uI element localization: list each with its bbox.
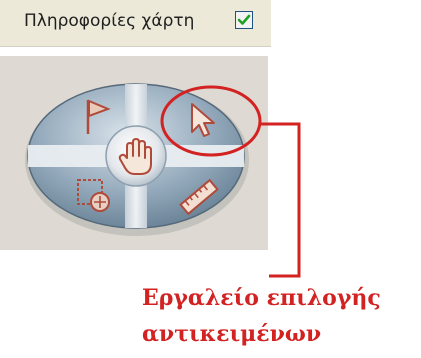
map-info-bar: Πληροφορίες χάρτη xyxy=(0,0,271,47)
checkmark-icon xyxy=(237,14,251,25)
navigation-tools-panel xyxy=(0,56,268,250)
pan-tool-button[interactable] xyxy=(113,134,159,180)
map-info-checkbox[interactable] xyxy=(235,11,253,29)
flag-icon xyxy=(86,99,111,134)
annotation-text-line2: αντικειμένων xyxy=(142,321,322,347)
annotation-text: Εργαλείο επιλογής αντικειμένων xyxy=(142,280,416,352)
hand-pan-icon xyxy=(118,138,152,175)
map-info-label: Πληροφορίες χάρτη xyxy=(24,11,195,31)
select-arrow-icon xyxy=(191,103,215,137)
area-select-tool-button[interactable] xyxy=(70,172,116,218)
flag-tool-button[interactable] xyxy=(72,94,118,140)
annotation-text-line1: Εργαλείο επιλογής xyxy=(142,285,381,311)
measure-tool-button[interactable] xyxy=(176,174,222,220)
ruler-icon xyxy=(179,178,219,216)
area-select-icon xyxy=(77,179,110,212)
select-tool-button[interactable] xyxy=(180,98,226,144)
